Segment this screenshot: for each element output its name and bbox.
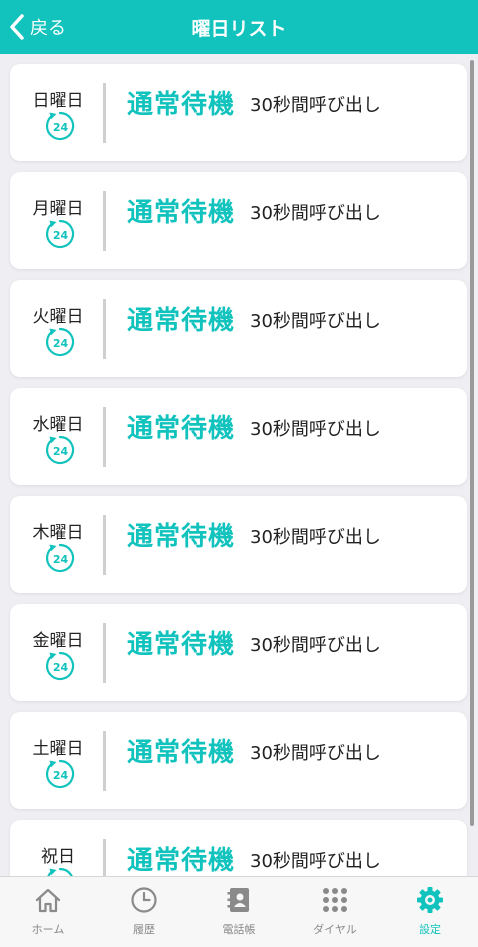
page-title: 曜日リスト	[191, 18, 287, 40]
divider	[103, 623, 106, 683]
tab-history[interactable]: 履歴	[96, 877, 192, 947]
standby-mode: 通常待機	[127, 522, 236, 552]
divider	[103, 83, 106, 143]
24-hour-cycle-icon: 24	[45, 543, 75, 573]
day-label: 水曜日	[32, 415, 84, 435]
svg-text:24: 24	[53, 769, 69, 782]
tab-phonebook[interactable]: 電話帳	[191, 877, 287, 947]
tab-bar: ホーム 履歴 電話帳 ダイヤル 設定	[0, 876, 478, 947]
day-label: 火曜日	[32, 307, 84, 327]
standby-mode: 通常待機	[127, 90, 236, 120]
tab-label: 履歴	[133, 923, 155, 936]
list-item-saturday[interactable]: 土曜日 24 通常待機 30秒間呼び出し	[10, 712, 467, 809]
svg-text:24: 24	[53, 661, 69, 674]
svg-text:24: 24	[53, 121, 69, 134]
weekday-list: 日曜日 24 通常待機 30秒間呼び出し 月曜日 24 通常待機 30秒間呼び出…	[0, 54, 478, 876]
day-label: 金曜日	[32, 631, 84, 651]
tab-label: ホーム	[31, 923, 65, 936]
list-item-monday[interactable]: 月曜日 24 通常待機 30秒間呼び出し	[10, 172, 467, 269]
24-hour-cycle-icon: 24	[45, 651, 75, 681]
home-icon	[35, 888, 61, 913]
contacts-book-icon	[227, 888, 249, 912]
divider	[103, 407, 106, 467]
tab-home[interactable]: ホーム	[0, 877, 96, 947]
svg-text:24: 24	[53, 337, 69, 350]
24-hour-cycle-icon: 24	[45, 759, 75, 789]
tab-label: ダイヤル	[313, 923, 357, 936]
24-hour-cycle-icon: 24	[45, 111, 75, 141]
svg-text:24: 24	[53, 553, 69, 566]
app-header: 戻る 曜日リスト	[0, 0, 478, 54]
divider	[103, 299, 106, 359]
tab-dial[interactable]: ダイヤル	[287, 877, 383, 947]
standby-mode: 通常待機	[127, 414, 236, 444]
clock-icon	[131, 887, 157, 913]
call-duration: 30秒間呼び出し	[250, 203, 381, 224]
gear-icon	[417, 887, 443, 913]
list-item-wednesday[interactable]: 水曜日 24 通常待機 30秒間呼び出し	[10, 388, 467, 485]
svg-text:24: 24	[53, 229, 69, 242]
scrollbar[interactable]	[470, 60, 474, 826]
call-duration: 30秒間呼び出し	[250, 635, 381, 656]
tab-label: 設定	[419, 923, 441, 936]
standby-mode: 通常待機	[127, 306, 236, 336]
day-label: 日曜日	[32, 91, 84, 111]
call-duration: 30秒間呼び出し	[250, 311, 381, 332]
list-item-thursday[interactable]: 木曜日 24 通常待機 30秒間呼び出し	[10, 496, 467, 593]
24-hour-cycle-icon: 24	[45, 435, 75, 465]
day-label: 木曜日	[32, 523, 84, 543]
list-item-friday[interactable]: 金曜日 24 通常待機 30秒間呼び出し	[10, 604, 467, 701]
tab-label: 電話帳	[222, 923, 256, 936]
standby-mode: 通常待機	[127, 738, 236, 768]
call-duration: 30秒間呼び出し	[250, 851, 381, 872]
divider	[103, 515, 106, 575]
dialpad-icon	[323, 888, 347, 912]
standby-mode: 通常待機	[127, 846, 236, 876]
list-item-tuesday[interactable]: 火曜日 24 通常待機 30秒間呼び出し	[10, 280, 467, 377]
day-label: 祝日	[41, 847, 75, 867]
call-duration: 30秒間呼び出し	[250, 95, 381, 116]
24-hour-cycle-icon: 24	[45, 327, 75, 357]
call-duration: 30秒間呼び出し	[250, 743, 381, 764]
divider	[103, 839, 106, 876]
call-duration: 30秒間呼び出し	[250, 419, 381, 440]
list-item-sunday[interactable]: 日曜日 24 通常待機 30秒間呼び出し	[10, 64, 467, 161]
standby-mode: 通常待機	[127, 630, 236, 660]
24-hour-cycle-icon: 24	[45, 219, 75, 249]
divider	[103, 731, 106, 791]
day-label: 土曜日	[32, 739, 84, 759]
divider	[103, 191, 106, 251]
svg-text:24: 24	[53, 445, 69, 458]
tab-settings[interactable]: 設定	[382, 877, 478, 947]
24-hour-cycle-icon: 24	[47, 867, 73, 876]
call-duration: 30秒間呼び出し	[250, 527, 381, 548]
list-item-holiday[interactable]: 祝日 24 通常待機 30秒間呼び出し	[10, 820, 467, 876]
standby-mode: 通常待機	[127, 198, 236, 228]
day-label: 月曜日	[32, 199, 84, 219]
